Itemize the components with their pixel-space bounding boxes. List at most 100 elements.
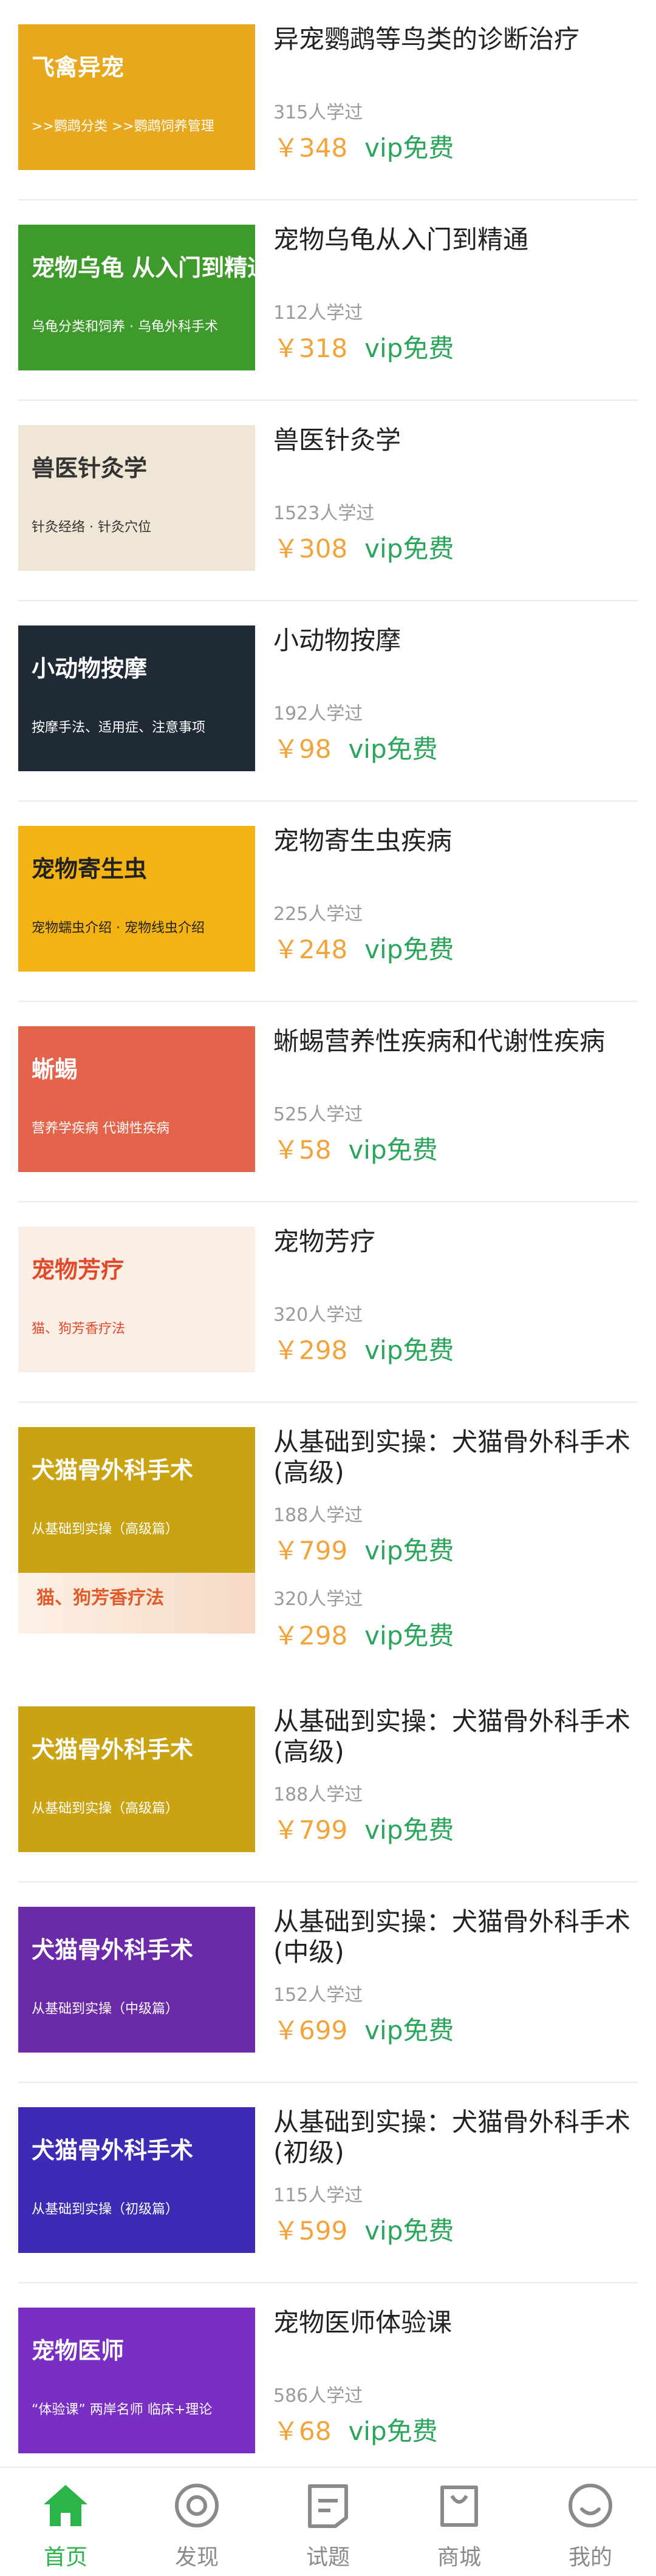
thumbnail-fragment: 猫、狗芳香疗法 (18, 1573, 255, 1634)
course-item[interactable]: 宠物芳疗 猫、狗芳香疗法 宠物芳疗 320人学过 ￥298 vip免费 (18, 1216, 638, 1403)
vip-free-label: vip免费 (364, 1815, 454, 1845)
tab-profile[interactable]: 我的 (525, 2468, 656, 2576)
thumbnail-subtitle: 宠物蠕虫介绍 · 宠物线虫介绍 (32, 921, 205, 936)
learner-count: 320人学过 (273, 1589, 363, 1610)
thumbnail-fragment-text: 猫、狗芳香疗法 (36, 1587, 164, 1609)
price-value: ￥248 (273, 935, 348, 964)
course-item[interactable]: 犬猫骨外科手术 从基础到实操（高级篇） 从基础到实操：犬猫骨外科手术(高级) 188人… (18, 1416, 638, 1598)
shop-bag-icon (435, 2481, 483, 2530)
price-value: ￥298 (273, 1621, 348, 1651)
thumbnail-subtitle: 从基础到实操（高级篇） (32, 1801, 179, 1816)
tab-shop[interactable]: 商城 (394, 2468, 525, 2576)
course-thumbnail: 宠物医师 “体验课” 两岸名师 临床+理论 (18, 2308, 255, 2453)
thumbnail-subtitle: >>鹦鹉分类 >>鹦鹉饲养管理 (32, 119, 214, 134)
thumbnail-subtitle: 猫、狗芳香疗法 (32, 1321, 126, 1337)
course-item[interactable]: 飞禽异宠 >>鹦鹉分类 >>鹦鹉饲养管理 异宠鹦鹉等鸟类的诊断治疗 315人学过 ￥34… (18, 13, 638, 200)
bottom-tab-bar: 首页 发现 试题 商城 我的 (0, 2467, 656, 2576)
tab-label: 发现 (174, 2545, 219, 2570)
price-row: ￥298 vip免费 (273, 1330, 454, 1367)
price-row: ￥248 vip免费 (273, 929, 454, 966)
thumbnail-title: 犬猫骨外科手术 (32, 1736, 194, 1763)
price-value: ￥298 (273, 1335, 348, 1365)
vip-free-label: vip免费 (348, 2416, 438, 2446)
course-item[interactable]: 犬猫骨外科手术 从基础到实操（高级篇） 从基础到实操：犬猫骨外科手术(高级) 188人… (18, 1695, 638, 1883)
course-item[interactable]: 犬猫骨外科手术 从基础到实操（初级篇） 从基础到实操：犬猫骨外科手术(初级) 115人… (18, 2096, 638, 2283)
course-thumbnail: 犬猫骨外科手术 从基础到实操（中级篇） (18, 1907, 255, 2053)
price-row: ￥799 vip免费 (273, 1530, 454, 1567)
tab-label: 商城 (437, 2545, 481, 2570)
price-value: ￥348 (273, 133, 348, 163)
divider (18, 1001, 638, 1002)
course-item[interactable]: 宠物医师 “体验课” 两岸名师 临床+理论 宠物医师体验课 586人学过 ￥68 vip免… (18, 2297, 638, 2484)
course-title[interactable]: 从基础到实操：犬猫骨外科手术(高级) (273, 1706, 638, 1767)
learner-count: 586人学过 (273, 2385, 363, 2407)
course-title[interactable]: 异宠鹦鹉等鸟类的诊断治疗 (273, 24, 638, 55)
thumbnail-subtitle: 从基础到实操（初级篇） (32, 2202, 179, 2217)
vip-free-label: vip免费 (348, 734, 438, 764)
thumbnail-subtitle: 从基础到实操（中级篇） (32, 2002, 179, 2017)
price-row: ￥599 vip免费 (273, 2210, 454, 2247)
vip-free-label: vip免费 (364, 2216, 454, 2246)
course-thumbnail: 犬猫骨外科手术从基础到实操（高级篇） (18, 1706, 255, 1852)
tab-label: 试题 (306, 2545, 350, 2570)
divider (18, 600, 638, 601)
course-thumbnail: 兽医针灸学 针灸经络 · 针灸穴位 (18, 425, 255, 571)
price-value: ￥599 (273, 2216, 348, 2246)
vip-free-label: vip免费 (364, 133, 454, 163)
course-item[interactable]: 宠物寄生虫 宠物蠕虫介绍 · 宠物线虫介绍 宠物寄生虫疾病 225人学过 ￥248 vip… (18, 815, 638, 1002)
learner-count: 192人学过 (273, 703, 363, 724)
course-item[interactable]: 蜥蜴 营养学疾病 代谢性疾病 蜥蜴营养性疾病和代谢性疾病 525人学过 ￥58 vip免费 (18, 1015, 638, 1202)
thumbnail-title: 宠物医师 (32, 2337, 125, 2364)
course-title[interactable]: 从基础到实操：犬猫骨外科手术(初级) (273, 2107, 638, 2168)
divider (18, 199, 638, 200)
vip-free-label: vip免费 (348, 1135, 438, 1165)
home-icon (41, 2481, 90, 2530)
thumbnail-subtitle: 针灸经络 · 针灸穴位 (32, 520, 151, 535)
learner-count: 320人学过 (273, 1304, 363, 1326)
learner-count: 525人学过 (273, 1104, 363, 1125)
course-title[interactable]: 宠物寄生虫疾病 (273, 826, 638, 856)
tab-home[interactable]: 首页 (0, 2468, 131, 2576)
learner-count: 152人学过 (273, 1985, 363, 2006)
thumbnail-title: 飞禽异宠 (32, 54, 125, 81)
thumbnail-title: 宠物芳疗 (32, 1256, 125, 1283)
thumbnail-subtitle: “体验课” 两岸名师 临床+理论 (32, 2402, 213, 2418)
vip-free-label: vip免费 (364, 935, 454, 964)
course-title[interactable]: 宠物乌龟从入门到精通 (273, 225, 638, 255)
tab-quiz[interactable]: 试题 (262, 2468, 394, 2576)
course-thumbnail: 宠物乌龟 从入门到精通 乌龟分类和饲养 · 乌龟外科手术 (18, 225, 255, 370)
course-thumbnail: 蜥蜴 营养学疾病 代谢性疾病 (18, 1026, 255, 1172)
vip-free-label: vip免费 (364, 534, 454, 564)
vip-free-label: vip免费 (364, 1335, 454, 1365)
course-title[interactable]: 兽医针灸学 (273, 425, 638, 455)
course-title[interactable]: 从基础到实操：犬猫骨外科手术(高级) (273, 1427, 638, 1488)
price-value: ￥799 (273, 1815, 348, 1845)
course-thumbnail: 宠物寄生虫宠物蠕虫介绍 · 宠物线虫介绍 (18, 826, 255, 972)
discover-icon (173, 2481, 221, 2530)
thumbnail-subtitle: 按摩手法、适用症、注意事项 (32, 720, 206, 735)
tab-label: 首页 (43, 2545, 87, 2570)
course-item[interactable]: 兽医针灸学 针灸经络 · 针灸穴位 兽医针灸学 1523人学过 ￥308 vip免费 (18, 414, 638, 601)
price-row: ￥308 vip免费 (273, 528, 454, 565)
course-title[interactable]: 从基础到实操：犬猫骨外科手术(中级) (273, 1907, 638, 1968)
course-thumbnail: 宠物芳疗猫、狗芳香疗法 (18, 1227, 255, 1372)
course-item[interactable]: 小动物按摩 按摩手法、适用症、注意事项 小动物按摩 192人学过 ￥98 vip免费 (18, 615, 638, 802)
learner-count: 315人学过 (273, 102, 363, 123)
course-title[interactable]: 小动物按摩 (273, 625, 638, 656)
price-row: ￥348 vip免费 (273, 128, 454, 165)
thumbnail-title: 宠物寄生虫 (32, 856, 148, 882)
course-title[interactable]: 蜥蜴营养性疾病和代谢性疾病 (273, 1026, 638, 1057)
course-item[interactable]: 宠物乌龟 从入门到精通 乌龟分类和饲养 · 乌龟外科手术 宠物乌龟从入门到精通 112… (18, 214, 638, 401)
divider (18, 1402, 638, 1403)
divider (18, 800, 638, 802)
course-thumbnail: 小动物按摩按摩手法、适用症、注意事项 (18, 625, 255, 771)
course-title[interactable]: 宠物芳疗 (273, 1227, 638, 1257)
course-item[interactable]: 犬猫骨外科手术 从基础到实操（中级篇） 从基础到实操：犬猫骨外科手术(中级) 152人… (18, 1896, 638, 2083)
divider (18, 400, 638, 401)
price-value: ￥68 (273, 2416, 332, 2446)
course-title[interactable]: 宠物医师体验课 (273, 2308, 638, 2338)
divider (18, 2082, 638, 2083)
tab-discover[interactable]: 发现 (131, 2468, 262, 2576)
price-value: ￥98 (273, 734, 332, 764)
thumbnail-title: 小动物按摩 (32, 655, 148, 682)
